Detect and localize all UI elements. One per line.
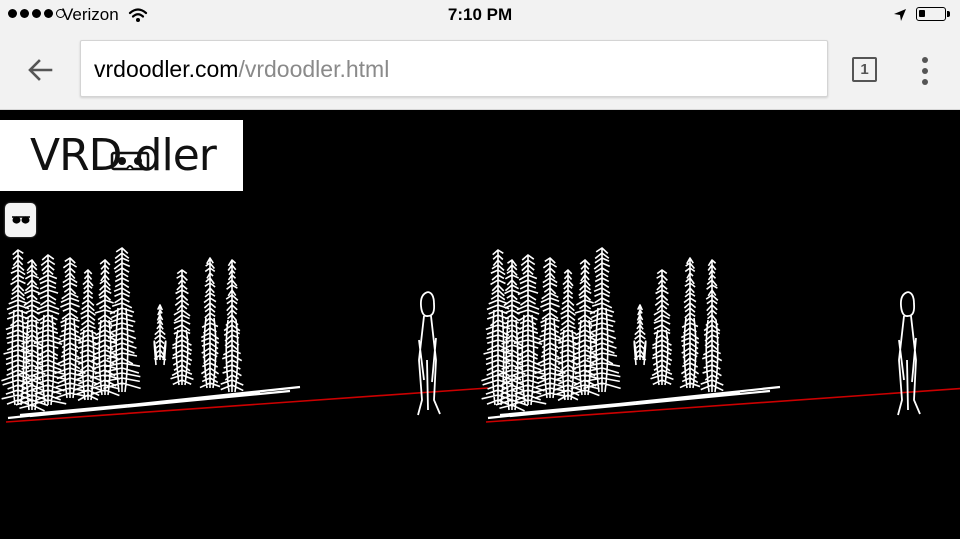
back-button[interactable] <box>20 50 60 90</box>
url-host: vrdoodler.com <box>94 56 239 82</box>
overflow-menu-button[interactable] <box>916 56 936 86</box>
tree-doodle <box>650 269 674 386</box>
status-bar: Verizon 7:10 PM <box>0 0 960 30</box>
cardboard-glasses-icon <box>110 151 150 171</box>
tree-doodle <box>103 247 141 393</box>
tree-doodle <box>679 257 701 389</box>
status-time: 7:10 PM <box>447 5 513 24</box>
stick-figure-doodle <box>897 291 921 416</box>
stick-figure-doodle <box>417 291 441 416</box>
left-eye-view <box>1 247 489 423</box>
vr-mode-button[interactable] <box>5 203 36 237</box>
sunglasses-icon <box>11 216 30 224</box>
tree-doodle <box>153 304 167 366</box>
battery-level <box>919 10 925 17</box>
tab-switcher-button[interactable]: 1 <box>852 57 877 82</box>
menu-dot <box>922 79 928 85</box>
tree-doodle <box>583 247 621 393</box>
location-arrow-icon <box>894 9 906 21</box>
address-bar[interactable]: vrdoodler.com/vrdoodler.html <box>80 40 828 97</box>
battery-tip <box>947 11 950 17</box>
vr-canvas[interactable]: VRD dler <box>0 110 960 539</box>
battery-icon <box>916 7 946 21</box>
menu-dot <box>922 68 928 74</box>
menu-dot <box>922 57 928 63</box>
url-path: /vrdoodler.html <box>238 56 390 82</box>
back-arrow-icon <box>28 59 53 81</box>
browser-toolbar: vrdoodler.com/vrdoodler.html 1 <box>0 30 960 110</box>
tree-doodle <box>170 269 194 386</box>
tree-doodle <box>199 257 221 389</box>
vrdoodler-logo: VRD dler <box>0 120 243 191</box>
tree-doodle <box>220 259 244 393</box>
tree-doodle <box>633 304 647 366</box>
right-eye-view <box>481 247 960 423</box>
tree-doodle <box>700 259 724 393</box>
